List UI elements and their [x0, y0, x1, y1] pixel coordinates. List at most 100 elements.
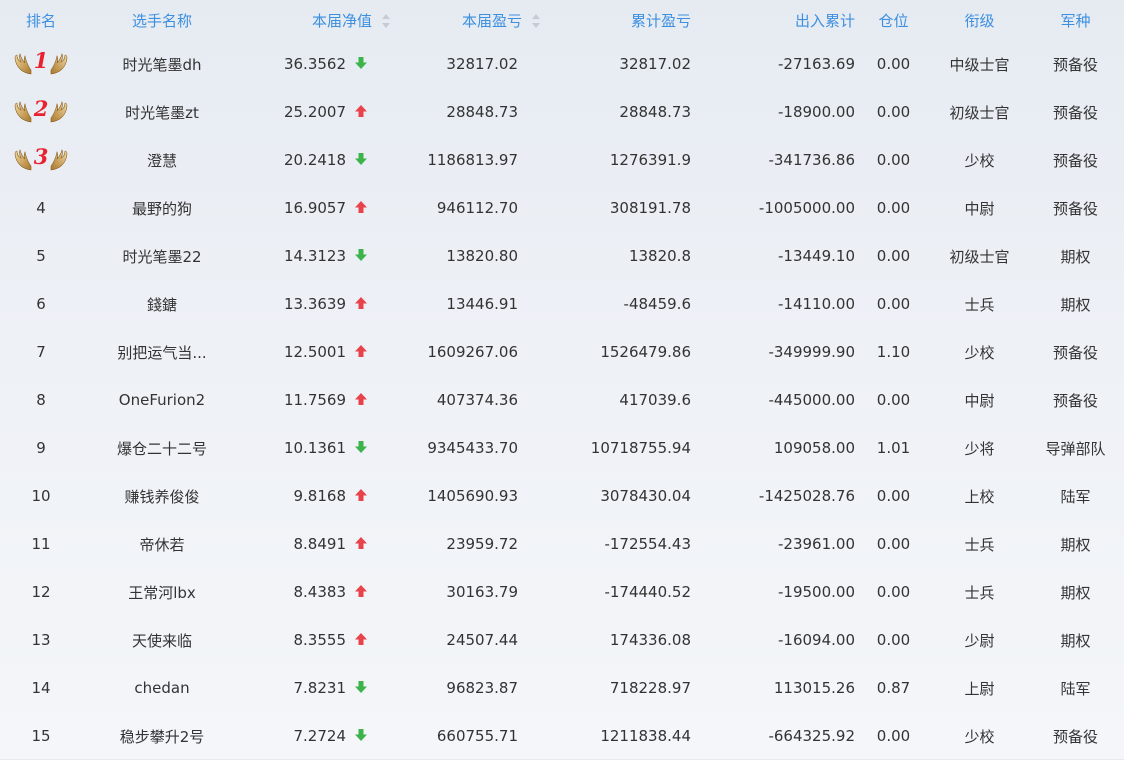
table-row[interactable]: 15 稳步攀升2号 7.2724 660755.71 1211838.44 -6…	[0, 712, 1124, 760]
player-name[interactable]: 天使来临	[82, 616, 242, 664]
season-pl-cell: 660755.71	[436, 727, 518, 745]
col-header-flow: 出入累计	[794, 11, 855, 30]
nav-cell: 12.5001	[242, 328, 390, 376]
title-cell: 初级士官	[949, 247, 1010, 266]
player-name[interactable]: OneFurion2	[82, 376, 242, 424]
arrow-down-icon	[355, 57, 367, 69]
position-cell: 0.00	[876, 631, 911, 649]
flow-cell: -23961.00	[778, 535, 855, 553]
season-pl-cell: 946112.70	[436, 199, 518, 217]
player-name[interactable]: 爆仓二十二号	[82, 424, 242, 472]
season-pl-cell: 1186813.97	[427, 151, 518, 169]
arrow-up-icon	[355, 393, 367, 405]
player-name[interactable]: 錢鎕	[82, 280, 242, 328]
season-pl-cell: 32817.02	[446, 55, 518, 73]
season-pl-cell: 30163.79	[446, 583, 518, 601]
table-row[interactable]: 8 OneFurion2 11.7569 407374.36 417039.6 …	[0, 376, 1124, 424]
sort-icon[interactable]	[382, 14, 390, 28]
flow-cell: -341736.86	[768, 151, 855, 169]
sort-icon[interactable]	[532, 14, 540, 28]
total-pl-cell: 1526479.86	[600, 343, 691, 361]
table-row[interactable]: 14 chedan 7.8231 96823.87 718228.97 1130…	[0, 664, 1124, 712]
nav-cell: 11.7569	[242, 376, 390, 424]
nav-cell: 36.3562	[242, 40, 390, 88]
branch-cell: 预备役	[1052, 199, 1098, 218]
arrow-down-icon	[355, 153, 367, 165]
total-pl-cell: 1276391.9	[609, 151, 691, 169]
position-cell: 0.00	[876, 583, 911, 601]
nav-cell: 8.4383	[242, 568, 390, 616]
table-row[interactable]: 6 錢鎕 13.3639 13446.91 -48459.6 -14110.00…	[0, 280, 1124, 328]
player-name[interactable]: 时光笔墨zt	[82, 88, 242, 136]
total-pl-cell: 308191.78	[609, 199, 691, 217]
rank-medal-icon: 2	[13, 96, 70, 127]
total-pl-cell: -174440.52	[604, 583, 691, 601]
branch-cell: 陆军	[1060, 487, 1091, 506]
table-row[interactable]: 9 爆仓二十二号 10.1361 9345433.70 10718755.94 …	[0, 424, 1124, 472]
position-cell: 0.00	[876, 151, 911, 169]
total-pl-cell: 32817.02	[619, 55, 691, 73]
total-pl-cell: -48459.6	[623, 295, 691, 313]
title-cell: 中尉	[964, 391, 995, 410]
flow-cell: -445000.00	[768, 391, 855, 409]
rank-cell: 6	[36, 295, 46, 313]
position-cell: 0.00	[876, 487, 911, 505]
table-row[interactable]: 4 最野的狗 16.9057 946112.70 308191.78 -1005…	[0, 184, 1124, 232]
player-name[interactable]: 帝休若	[82, 520, 242, 568]
table-row[interactable]: 5 时光笔墨22 14.3123 13820.80 13820.8 -13449…	[0, 232, 1124, 280]
player-name[interactable]: 时光笔墨22	[82, 232, 242, 280]
branch-cell: 预备役	[1052, 151, 1098, 170]
table-row[interactable]: 12 王常河lbx 8.4383 30163.79 -174440.52 -19…	[0, 568, 1124, 616]
table-row[interactable]: 7 别把运气当... 12.5001 1609267.06 1526479.86…	[0, 328, 1124, 376]
ranking-table: 排名 选手名称 本届净值 本届盈亏 累计盈亏 出入累计 仓位 衔级 军种 1 时…	[0, 0, 1124, 760]
arrow-up-icon	[355, 297, 367, 309]
branch-cell: 预备役	[1052, 343, 1098, 362]
branch-cell: 预备役	[1052, 103, 1098, 122]
total-pl-cell: 3078430.04	[600, 487, 691, 505]
player-name[interactable]: 时光笔墨dh	[82, 40, 242, 88]
col-header-total-pl: 累计盈亏	[630, 11, 691, 30]
col-header-season-pl[interactable]: 本届盈亏	[390, 0, 540, 40]
position-cell: 0.00	[876, 727, 911, 745]
laurel-wing-icon	[14, 148, 31, 170]
position-cell: 1.10	[876, 343, 911, 361]
flow-cell: -349999.90	[768, 343, 855, 361]
player-name[interactable]: 赚钱养俊俊	[82, 472, 242, 520]
total-pl-cell: 417039.6	[619, 391, 691, 409]
nav-cell: 13.3639	[242, 280, 390, 328]
flow-cell: -664325.92	[768, 727, 855, 745]
col-header-name: 选手名称	[131, 11, 192, 30]
arrow-down-icon	[355, 681, 367, 693]
total-pl-cell: 10718755.94	[590, 439, 691, 457]
title-cell: 少校	[964, 151, 995, 170]
table-row[interactable]: 3 澄慧 20.2418 1186813.97 1276391.9 -34173…	[0, 136, 1124, 184]
player-name[interactable]: 澄慧	[82, 136, 242, 184]
branch-cell: 导弹部队	[1045, 439, 1106, 458]
flow-cell: -13449.10	[778, 247, 855, 265]
branch-cell: 期权	[1060, 583, 1091, 602]
rank-cell: 2	[0, 88, 82, 136]
season-pl-cell: 96823.87	[446, 679, 518, 697]
title-cell: 少校	[964, 727, 995, 746]
player-name[interactable]: 别把运气当...	[82, 328, 242, 376]
arrow-up-icon	[355, 585, 367, 597]
player-name[interactable]: 王常河lbx	[82, 568, 242, 616]
table-row[interactable]: 2 时光笔墨zt 25.2007 28848.73 28848.73 -1890…	[0, 88, 1124, 136]
player-name[interactable]: chedan	[82, 664, 242, 712]
title-cell: 士兵	[964, 535, 995, 554]
col-header-nav[interactable]: 本届净值	[242, 0, 390, 40]
position-cell: 0.87	[876, 679, 911, 697]
rank-cell: 7	[36, 343, 46, 361]
table-row[interactable]: 1 时光笔墨dh 36.3562 32817.02 32817.02 -2716…	[0, 40, 1124, 88]
table-header-row: 排名 选手名称 本届净值 本届盈亏 累计盈亏 出入累计 仓位 衔级 军种	[0, 0, 1124, 40]
laurel-wing-icon	[51, 52, 68, 74]
arrow-up-icon	[355, 345, 367, 357]
position-cell: 0.00	[876, 535, 911, 553]
branch-cell: 预备役	[1052, 727, 1098, 746]
player-name[interactable]: 稳步攀升2号	[82, 712, 242, 760]
player-name[interactable]: 最野的狗	[82, 184, 242, 232]
table-row[interactable]: 11 帝休若 8.8491 23959.72 -172554.43 -23961…	[0, 520, 1124, 568]
table-row[interactable]: 10 赚钱养俊俊 9.8168 1405690.93 3078430.04 -1…	[0, 472, 1124, 520]
rank-cell: 1	[0, 40, 82, 88]
table-row[interactable]: 13 天使来临 8.3555 24507.44 174336.08 -16094…	[0, 616, 1124, 664]
